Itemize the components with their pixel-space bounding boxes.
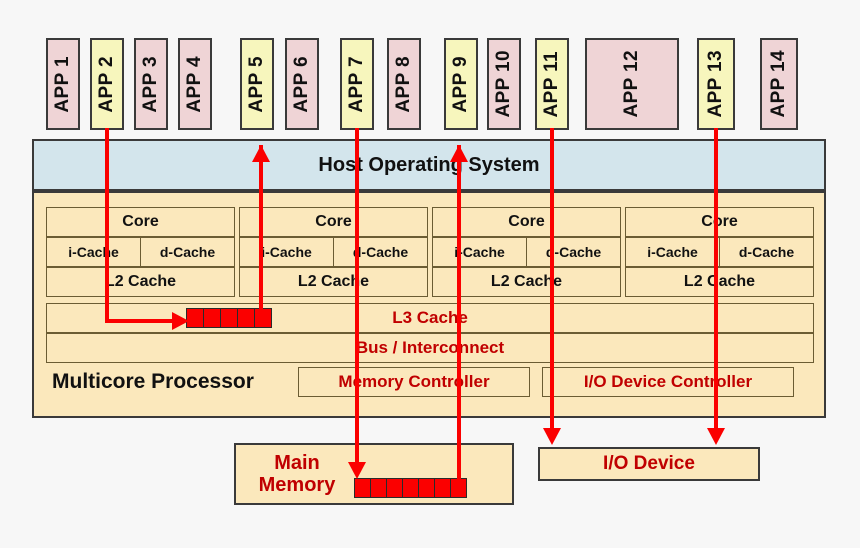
core-4-l2-cache: L2 Cache [625,267,814,297]
core-1-box-text: Core [122,213,159,230]
app-label-3: APP 3 [140,55,161,113]
core-4-d-cache: d-Cache [719,237,814,267]
flow-app7-arrowhead-icon [348,462,366,479]
memory-block [204,309,220,327]
io-device-box: I/O Device [538,447,760,481]
flow-app9-vertical [457,145,461,486]
core-1-d-cache: d-Cache [140,237,235,267]
flow-app2-arrowhead-icon [172,312,189,330]
memory-block [371,479,386,497]
main-memory-line2: Memory [258,474,336,496]
app-label-9: APP 9 [450,55,471,113]
core-3-d-cache: d-Cache [526,237,621,267]
app-label-12: APP 12 [621,50,642,118]
app-label-8: APP 8 [393,55,414,113]
app-box-7[interactable]: APP 7 [340,38,374,130]
app-box-10[interactable]: APP 10 [487,38,521,130]
memory-block [255,309,271,327]
core-3-i-cache-text: i-Cache [454,244,505,260]
core-2-d-cache: d-Cache [333,237,428,267]
flow-app2-horizontal [105,319,177,323]
app-box-5[interactable]: APP 5 [240,38,274,130]
memory-block [187,309,203,327]
app-label-14: APP 14 [768,50,789,118]
core-2-d-cache-text: d-Cache [352,244,409,260]
core-1-i-cache-text: i-Cache [68,244,119,260]
processor-title: Multicore Processor [52,370,254,393]
app-box-4[interactable]: APP 4 [178,38,212,130]
memory-block [238,309,254,327]
memory-controller-label: Memory Controller [338,372,490,391]
flow-app11-vertical [550,128,554,433]
core-4-box: Core [625,207,814,237]
core-4-i-cache: i-Cache [625,237,720,267]
flow-app7-vertical [355,128,359,473]
main-memory-block-strip [354,478,467,498]
core-3-d-cache-text: d-Cache [545,244,602,260]
core-1-i-cache: i-Cache [46,237,141,267]
core-2-box: Core [239,207,428,237]
app-label-7: APP 7 [346,55,367,113]
core-1-l2-cache: L2 Cache [46,267,235,297]
flow-app2-vertical [105,128,109,323]
memory-block [387,479,402,497]
core-2-box-text: Core [315,213,352,230]
io-device-controller-label: I/O Device Controller [583,372,753,391]
flow-app13-arrowhead-icon [707,428,725,445]
flow-app5-vertical [259,145,263,323]
core-3-box-text: Core [508,213,545,230]
main-memory-line1: Main [274,451,320,474]
app-box-3[interactable]: APP 3 [134,38,168,130]
app-label-13: APP 13 [705,50,726,118]
flow-app5-arrowhead-icon [252,145,270,162]
core-3-i-cache: i-Cache [432,237,527,267]
host-operating-system-box: Host Operating System [32,139,826,191]
memory-block [435,479,450,497]
app-label-10: APP 10 [493,50,514,118]
main-memory-label: Main Memory [242,452,352,497]
io-device-controller-box: I/O Device Controller [542,367,794,397]
memory-block [419,479,434,497]
core-1-d-cache-text: d-Cache [159,244,216,260]
app-box-1[interactable]: APP 1 [46,38,80,130]
app-label-2: APP 2 [96,55,117,113]
app-box-11[interactable]: APP 11 [535,38,569,130]
memory-block [355,479,370,497]
app-box-6[interactable]: APP 6 [285,38,319,130]
app-box-14[interactable]: APP 14 [760,38,798,130]
bus-interconnect-label: Bus / Interconnect [355,338,505,357]
core-4-l2-cache-text: L2 Cache [683,273,756,290]
core-2-l2-cache: L2 Cache [239,267,428,297]
app-label-6: APP 6 [291,55,312,113]
flow-app11-arrowhead-icon [543,428,561,445]
core-1-l2-cache-text: L2 Cache [104,273,177,290]
bus-interconnect-box: Bus / Interconnect [46,333,814,363]
core-1-box: Core [46,207,235,237]
app-box-8[interactable]: APP 8 [387,38,421,130]
multicore-processor-box: Core i-Cache d-Cache L2 Cache Core i-Cache d-C… [32,191,826,418]
app-label-1: APP 1 [52,55,73,113]
app-label-5: APP 5 [246,55,267,113]
core-2-i-cache: i-Cache [239,237,334,267]
app-box-12[interactable]: APP 12 [585,38,679,130]
diagram-canvas: APP 1 APP 2 APP 3 APP 4 APP 5 APP 6 APP 7 APP 8… [0,0,860,548]
app-label-11: APP 11 [541,50,562,118]
app-box-2[interactable]: APP 2 [90,38,124,130]
app-box-9[interactable]: APP 9 [444,38,478,130]
l3-cache-box: L3 Cache [46,303,814,333]
core-2-i-cache-text: i-Cache [261,244,312,260]
host-os-label: Host Operating System [318,153,540,176]
flow-app9-arrowhead-icon [450,145,468,162]
io-device-label: I/O Device [603,453,695,474]
core-4-d-cache-text: d-Cache [738,244,795,260]
core-4-box-text: Core [701,213,738,230]
memory-block [403,479,418,497]
flow-app13-vertical [714,128,718,433]
memory-controller-box: Memory Controller [298,367,530,397]
memory-block [221,309,237,327]
app-box-13[interactable]: APP 13 [697,38,735,130]
core-4-i-cache-text: i-Cache [647,244,698,260]
app-label-4: APP 4 [184,55,205,113]
